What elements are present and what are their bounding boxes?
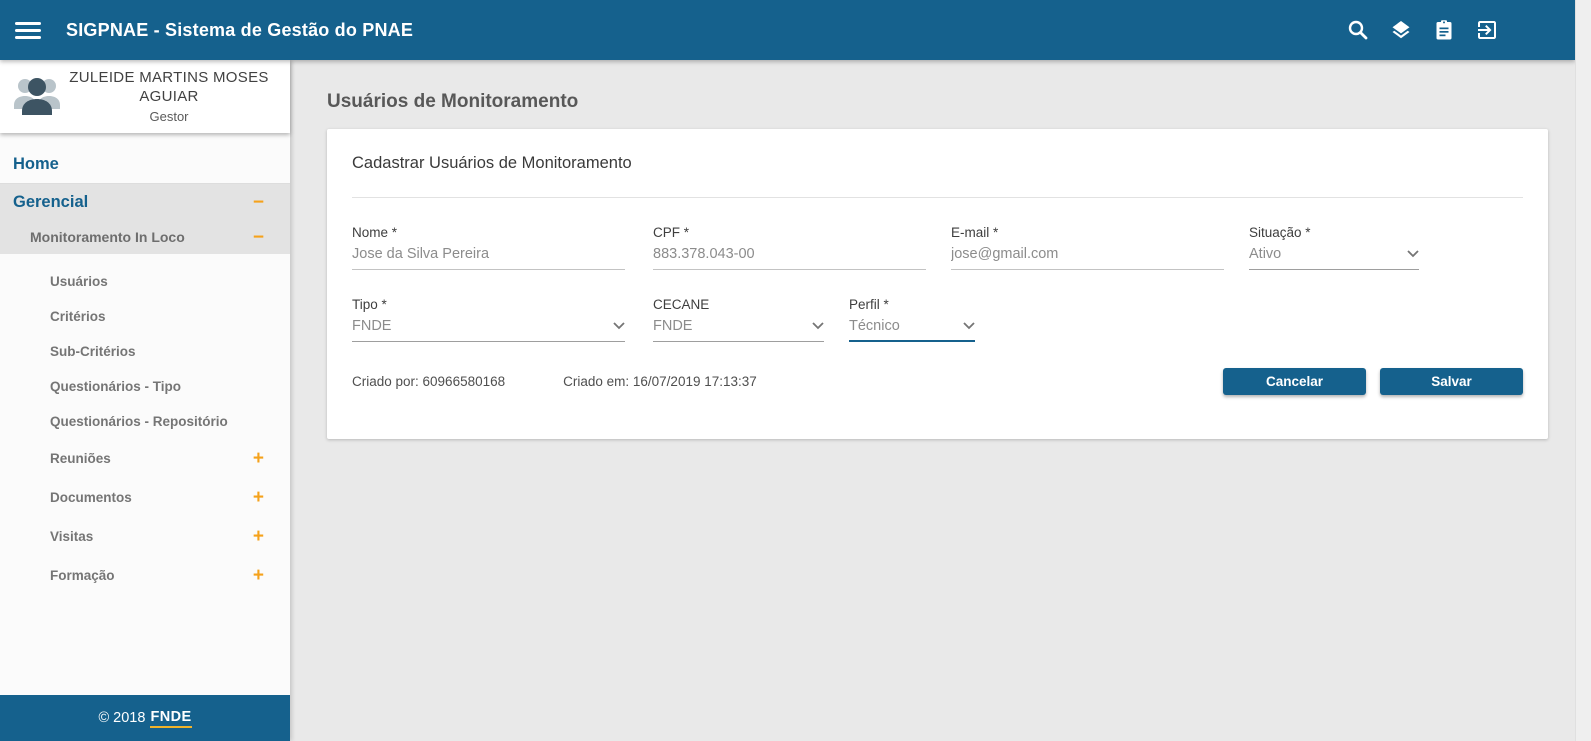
email-label: E-mail * bbox=[951, 225, 1224, 240]
expand-icon[interactable]: + bbox=[253, 488, 264, 507]
sidebar-item-formacao[interactable]: Formação + bbox=[0, 556, 290, 595]
nome-label: Nome * bbox=[352, 225, 625, 240]
sidebar-item-home[interactable]: Home bbox=[0, 146, 290, 183]
sidebar-footer: © 2018 FNDE bbox=[0, 695, 290, 741]
copyright-text: © 2018 bbox=[98, 710, 145, 726]
sidebar-item-sub-criterios[interactable]: Sub-Critérios bbox=[0, 334, 290, 369]
perfil-field: Perfil * Técnico bbox=[849, 297, 975, 342]
cecane-label: CECANE bbox=[653, 297, 824, 312]
situacao-label: Situação * bbox=[1249, 225, 1419, 240]
sidebar-item-reunioes[interactable]: Reuniões + bbox=[0, 439, 290, 478]
sidebar-item-questionarios-tipo[interactable]: Questionários - Tipo bbox=[0, 369, 290, 404]
clipboard-icon[interactable] bbox=[1432, 18, 1456, 42]
cpf-field: CPF * bbox=[653, 225, 926, 270]
expand-icon[interactable]: + bbox=[253, 527, 264, 546]
fnde-link[interactable]: FNDE bbox=[150, 709, 191, 728]
perfil-select[interactable]: Técnico bbox=[849, 312, 975, 342]
created-by-text: Criado por: 60966580168 bbox=[352, 374, 505, 389]
top-header-bar: SIGPNAE - Sistema de Gestão do PNAE bbox=[0, 0, 1575, 60]
cecane-select[interactable]: FNDE bbox=[653, 312, 824, 342]
card-divider bbox=[352, 197, 1523, 198]
collapse-icon[interactable]: − bbox=[253, 228, 264, 247]
nome-field: Nome * bbox=[352, 225, 625, 270]
menu-icon[interactable] bbox=[15, 18, 41, 43]
created-at-text: Criado em: 16/07/2019 17:13:37 bbox=[563, 374, 757, 389]
app-title: SIGPNAE - Sistema de Gestão do PNAE bbox=[66, 20, 413, 41]
situacao-field: Situação * Ativo bbox=[1249, 225, 1419, 270]
expand-icon[interactable]: + bbox=[253, 449, 264, 468]
email-input[interactable] bbox=[951, 240, 1224, 270]
user-panel: ZULEIDE MARTINS MOSES AGUIAR Gestor bbox=[0, 60, 290, 133]
collapse-icon[interactable]: − bbox=[253, 193, 264, 212]
sidebar-item-monitoramento-in-loco[interactable]: Monitoramento In Loco − bbox=[0, 220, 290, 254]
email-field: E-mail * bbox=[951, 225, 1224, 270]
save-button[interactable]: Salvar bbox=[1380, 368, 1523, 395]
sidebar-menu: Home Gerencial − Monitoramento In Loco −… bbox=[0, 146, 290, 595]
layers-icon[interactable] bbox=[1389, 18, 1413, 42]
sidebar-item-questionarios-repositorio[interactable]: Questionários - Repositório bbox=[0, 404, 290, 439]
chevron-down-icon bbox=[963, 322, 975, 330]
search-icon[interactable] bbox=[1346, 18, 1370, 42]
tipo-select[interactable]: FNDE bbox=[352, 312, 625, 342]
sidebar-item-documentos[interactable]: Documentos + bbox=[0, 478, 290, 517]
nome-input[interactable] bbox=[352, 240, 625, 270]
card-title: Cadastrar Usuários de Monitoramento bbox=[352, 129, 1523, 173]
cpf-label: CPF * bbox=[653, 225, 926, 240]
logout-icon[interactable] bbox=[1475, 18, 1499, 42]
user-name: ZULEIDE MARTINS MOSES AGUIAR bbox=[62, 69, 276, 107]
vertical-scrollbar[interactable] bbox=[1575, 0, 1591, 741]
cpf-input[interactable] bbox=[653, 240, 926, 270]
user-role: Gestor bbox=[62, 109, 276, 124]
tipo-field: Tipo * FNDE bbox=[352, 297, 625, 342]
page-title: Usuários de Monitoramento bbox=[327, 91, 1575, 113]
chevron-down-icon bbox=[613, 322, 625, 330]
chevron-down-icon bbox=[812, 322, 824, 330]
main-content: Usuários de Monitoramento Cadastrar Usuá… bbox=[290, 60, 1575, 741]
register-users-card: Cadastrar Usuários de Monitoramento Nome… bbox=[327, 129, 1548, 439]
perfil-label: Perfil * bbox=[849, 297, 975, 312]
sidebar-item-usuarios[interactable]: Usuários bbox=[0, 264, 290, 299]
expand-icon[interactable]: + bbox=[253, 566, 264, 585]
sidebar-item-visitas[interactable]: Visitas + bbox=[0, 517, 290, 556]
cancel-button[interactable]: Cancelar bbox=[1223, 368, 1366, 395]
group-icon bbox=[12, 71, 62, 122]
sidebar-item-criterios[interactable]: Critérios bbox=[0, 299, 290, 334]
sidebar: ZULEIDE MARTINS MOSES AGUIAR Gestor Home… bbox=[0, 60, 290, 741]
cecane-field: CECANE FNDE bbox=[653, 297, 824, 342]
situacao-select[interactable]: Ativo bbox=[1249, 240, 1419, 270]
chevron-down-icon bbox=[1407, 250, 1419, 258]
tipo-label: Tipo * bbox=[352, 297, 625, 312]
sidebar-item-gerencial[interactable]: Gerencial − bbox=[0, 183, 290, 220]
